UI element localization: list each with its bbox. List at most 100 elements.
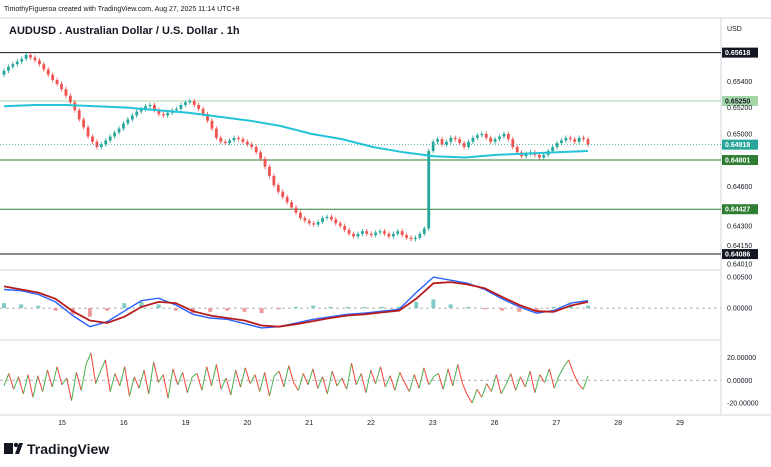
candle-body xyxy=(374,232,378,236)
macd-histogram-bar xyxy=(311,305,316,309)
candle-body xyxy=(480,133,484,136)
macd-histogram-bar xyxy=(500,308,505,311)
candle-body xyxy=(489,137,493,142)
time-tick-16: 16 xyxy=(120,420,128,427)
candle-body xyxy=(281,191,285,197)
macd-histogram-bar xyxy=(482,308,487,310)
last-price-label: 0.64918 xyxy=(725,142,750,149)
macd-tick-1: 0.00000 xyxy=(727,306,752,313)
candle-body xyxy=(334,219,338,224)
level-label-0: 0.65618 xyxy=(725,50,750,57)
candle-body xyxy=(409,237,413,240)
macd-histogram-bar xyxy=(156,304,161,309)
candle-body xyxy=(7,66,10,71)
candle-body xyxy=(378,231,382,233)
candle-body xyxy=(77,110,81,120)
macd-histogram-bar xyxy=(36,305,41,309)
macd-histogram-bar xyxy=(517,308,522,312)
logo-text: TradingView xyxy=(27,441,109,457)
candle-body xyxy=(577,137,581,142)
price-tick-2: 0.65000 xyxy=(727,131,752,138)
candle-body xyxy=(555,143,559,148)
candle-body xyxy=(82,119,86,128)
candle-body xyxy=(418,233,422,238)
candle-body xyxy=(15,61,19,65)
macd-histogram-bar xyxy=(465,306,470,309)
price-tick-1: 0.65200 xyxy=(727,105,752,112)
candle-body xyxy=(560,140,563,144)
candle-body xyxy=(268,166,271,176)
candle-body xyxy=(254,147,258,153)
candle-body xyxy=(237,137,240,140)
macd-histogram-bar xyxy=(242,308,247,312)
candle-body xyxy=(20,58,24,62)
candle-body xyxy=(498,136,501,140)
candle-body xyxy=(86,127,90,137)
candle-body xyxy=(515,147,519,153)
candle-body xyxy=(338,223,342,226)
osc-tick-2: -20.00000 xyxy=(727,400,759,407)
macd-histogram-bar xyxy=(173,308,178,311)
candle-body xyxy=(276,185,280,192)
candle-body xyxy=(369,233,373,236)
time-tick-15: 15 xyxy=(58,420,66,427)
macd-histogram-bar xyxy=(87,308,92,317)
candle-body xyxy=(586,139,590,145)
candle-body xyxy=(343,225,347,230)
macd-histogram-bar xyxy=(362,306,367,309)
macd-histogram-bar xyxy=(379,306,384,309)
candle-body xyxy=(214,128,218,138)
credit-line: TimothyFigueroa created with TradingView… xyxy=(4,6,240,13)
candle-body xyxy=(55,79,59,84)
candle-body xyxy=(493,139,497,142)
candle-body xyxy=(37,60,41,65)
candle-body xyxy=(46,69,50,75)
candle-body xyxy=(568,137,572,140)
macd-histogram-bar xyxy=(122,303,127,309)
candle-body xyxy=(161,114,165,116)
macd-histogram-bar xyxy=(414,301,419,309)
macd-histogram-bar xyxy=(105,308,110,311)
macd-histogram-bar xyxy=(53,308,58,311)
price-tick-6: 0.64010 xyxy=(727,262,752,269)
candle-body xyxy=(24,54,28,59)
candle-body xyxy=(307,220,311,224)
candle-body xyxy=(360,231,364,234)
candle-body xyxy=(564,137,568,141)
candle-body xyxy=(431,141,435,151)
candle-body xyxy=(502,133,506,137)
candle-body xyxy=(135,111,139,116)
candle-body xyxy=(325,216,329,219)
candle-body xyxy=(471,137,475,142)
symbol-title: AUDUSD . Australian Dollar / U.S. Dollar… xyxy=(9,25,240,37)
macd-tick-0: 0.00500 xyxy=(727,275,752,282)
candle-body xyxy=(91,136,94,142)
candle-body xyxy=(263,158,267,167)
macd-histogram-bar xyxy=(448,304,453,309)
candle-body xyxy=(506,133,510,140)
candle-body xyxy=(42,64,46,70)
time-tick-22: 22 xyxy=(367,420,375,427)
time-tick-28: 28 xyxy=(614,420,622,427)
candle-body xyxy=(445,141,448,145)
candle-body xyxy=(551,147,555,151)
candle-body xyxy=(453,137,457,140)
candle-body xyxy=(11,64,15,67)
candle-body xyxy=(33,57,37,61)
candle-body xyxy=(321,218,324,222)
candle-body xyxy=(537,154,541,158)
candle-body xyxy=(29,54,32,58)
candle-body xyxy=(166,112,170,116)
candle-body xyxy=(414,237,417,240)
background xyxy=(0,0,771,462)
candle-body xyxy=(542,154,546,158)
candle-body xyxy=(219,137,223,142)
candle-body xyxy=(201,108,205,115)
candle-body xyxy=(294,207,298,213)
candle-body xyxy=(188,101,192,103)
time-tick-27: 27 xyxy=(553,420,561,427)
candle-body xyxy=(259,152,263,159)
candle-body xyxy=(391,233,395,237)
macd-histogram-bar xyxy=(225,308,230,311)
chart-svg: TimothyFigueroa created with TradingView… xyxy=(0,0,771,462)
